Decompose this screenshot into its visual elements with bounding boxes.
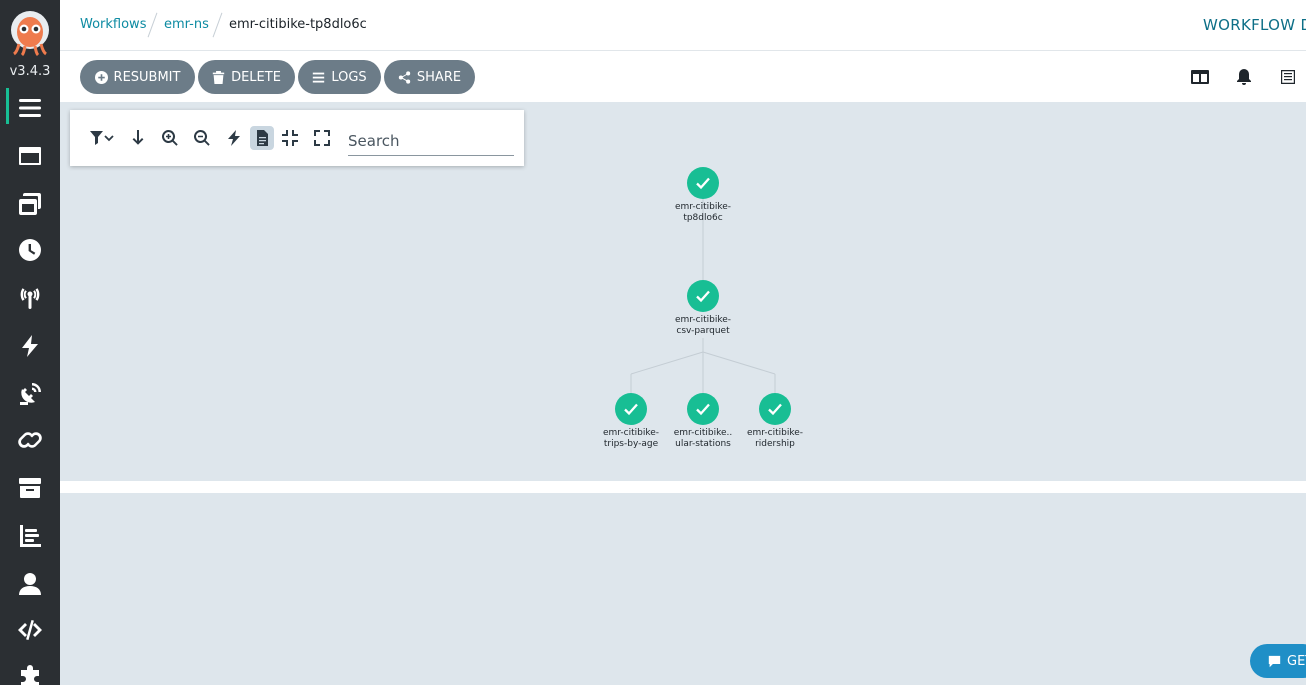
nav-event-flow[interactable] <box>0 372 60 416</box>
link-icon <box>18 432 42 448</box>
zoom-out-icon <box>194 130 210 146</box>
nav-user[interactable] <box>0 562 60 606</box>
breadcrumb-workflows[interactable]: Workflows <box>80 17 146 32</box>
details-panel <box>60 493 1306 685</box>
nav-plugins[interactable] <box>0 656 60 685</box>
zoom-in-icon <box>162 130 178 146</box>
fullscreen-button[interactable] <box>310 126 334 150</box>
nav-reports[interactable] <box>0 514 60 558</box>
nav-archived-workflows[interactable] <box>0 466 60 510</box>
satellite-dish-icon <box>20 383 41 405</box>
success-status-icon <box>687 393 719 425</box>
node-label: emr-citibike-trips-by-age <box>602 428 660 449</box>
get-help-label: GET <box>1287 653 1306 669</box>
user-icon <box>19 573 41 595</box>
columns-icon <box>1191 70 1209 84</box>
graph-node-root[interactable]: emr-citibike-tp8dlo6c <box>663 167 743 224</box>
share-button[interactable]: SHARE <box>384 60 475 94</box>
bar-chart-icon <box>20 525 41 547</box>
notifications-button[interactable] <box>1234 67 1254 87</box>
document-list-icon <box>1281 70 1295 84</box>
graph-node-ridership[interactable]: emr-citibike-ridership <box>735 393 815 450</box>
hamburger-icon <box>19 99 41 117</box>
nav-sensors[interactable] <box>0 324 60 368</box>
arrow-down-icon <box>132 130 144 145</box>
share-icon <box>398 70 411 84</box>
fast-render-button[interactable] <box>222 126 246 150</box>
archive-icon <box>19 478 41 498</box>
window-icon <box>19 147 41 165</box>
nav-cron-workflows[interactable] <box>0 228 60 272</box>
graph-toolbar <box>70 110 524 166</box>
version-label: v3.4.3 <box>9 64 51 79</box>
bolt-icon <box>228 130 240 146</box>
graph-search-input[interactable] <box>348 126 514 156</box>
panel-divider[interactable] <box>60 481 1306 493</box>
show-artifacts-button[interactable] <box>250 126 274 150</box>
plus-circle-icon <box>94 70 108 84</box>
logs-label: LOGS <box>331 69 367 85</box>
graph-node-trips-by-age[interactable]: emr-citibike-trips-by-age <box>591 393 671 450</box>
list-icon <box>313 72 325 83</box>
breadcrumb-separator <box>147 12 158 38</box>
page-title: WORKFLOW DETAILS <box>1203 16 1306 34</box>
compress-icon <box>282 130 298 146</box>
split-view-button[interactable] <box>1190 67 1210 87</box>
logs-button[interactable]: LOGS <box>298 60 381 94</box>
resubmit-label: RESUBMIT <box>113 69 181 85</box>
nav-workflows[interactable] <box>0 86 60 130</box>
nav-api-docs[interactable] <box>0 608 60 652</box>
graph-node-popular-stations[interactable]: emr-citibike.. ular-stations <box>663 393 743 450</box>
puzzle-icon <box>21 665 39 685</box>
bolt-icon <box>22 335 38 357</box>
resubmit-button[interactable]: RESUBMIT <box>80 60 195 94</box>
trash-icon <box>212 70 225 84</box>
expand-icon <box>314 130 330 146</box>
node-label: emr-citibike-ridership <box>746 428 804 449</box>
inputs-outputs-button[interactable] <box>1278 67 1298 87</box>
delete-button[interactable]: DELETE <box>198 60 295 94</box>
breadcrumb-namespace[interactable]: emr-ns <box>164 17 209 32</box>
success-status-icon <box>687 167 719 199</box>
nav-workflow-templates[interactable] <box>0 134 60 178</box>
document-icon <box>257 130 268 146</box>
success-status-icon <box>615 393 647 425</box>
collapse-button[interactable] <box>278 126 302 150</box>
clock-icon <box>19 239 41 261</box>
graph-node-csv-parquet[interactable]: emr-citibike-csv-parquet <box>663 280 743 337</box>
node-label: emr-citibike-csv-parquet <box>674 315 732 336</box>
zoom-out-button[interactable] <box>190 126 214 150</box>
broadcast-icon <box>20 288 40 309</box>
get-help-button[interactable]: GET <box>1250 644 1306 678</box>
sidebar: v3.4.3 <box>0 0 60 685</box>
filter-dropdown-button[interactable] <box>88 126 118 150</box>
bell-icon <box>1237 69 1251 85</box>
node-label: emr-citibike-tp8dlo6c <box>674 202 732 223</box>
stack-icon <box>19 193 41 215</box>
node-label: emr-citibike.. ular-stations <box>673 428 733 449</box>
breadcrumb-separator <box>212 12 223 38</box>
delete-label: DELETE <box>231 69 281 85</box>
nav-event-sources[interactable] <box>0 276 60 320</box>
workflow-graph-canvas[interactable]: emr-citibike-tp8dlo6c emr-citibike-csv-p… <box>60 102 1306 481</box>
filter-icon <box>90 131 114 145</box>
zoom-in-button[interactable] <box>158 126 182 150</box>
argo-logo[interactable] <box>10 10 50 57</box>
breadcrumb-current: emr-citibike-tp8dlo6c <box>229 17 367 32</box>
success-status-icon <box>687 280 719 312</box>
action-toolbar: RESUBMIT DELETE LOGS SHARE <box>60 51 1306 102</box>
chat-icon <box>1268 655 1281 667</box>
code-icon <box>18 620 42 640</box>
nav-links[interactable] <box>0 418 60 462</box>
vertical-layout-button[interactable] <box>126 126 150 150</box>
nav-cluster-templates[interactable] <box>0 182 60 226</box>
success-status-icon <box>759 393 791 425</box>
share-label: SHARE <box>416 69 462 85</box>
top-bar: Workflows emr-ns emr-citibike-tp8dlo6c W… <box>60 0 1306 51</box>
